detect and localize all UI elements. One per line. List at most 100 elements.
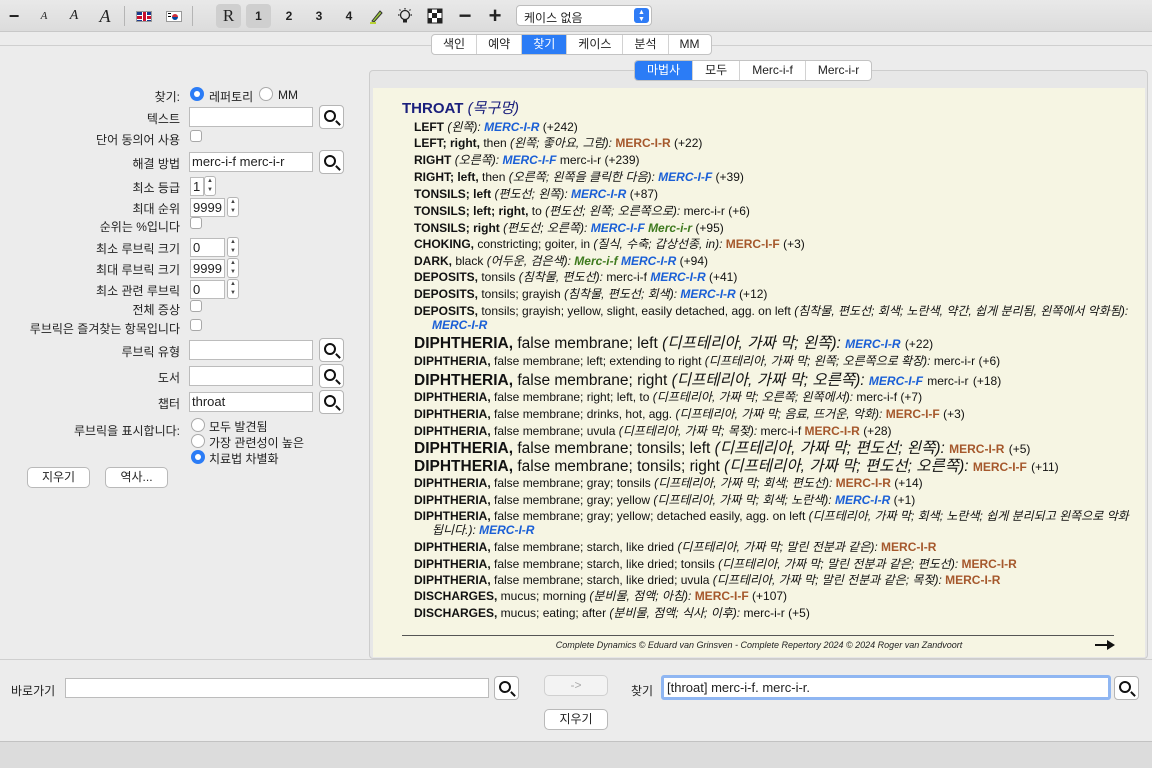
rubric-row[interactable]: DEPOSITS, tonsils (침착물, 편도선): merc-i-f M…: [414, 270, 1129, 284]
level-2-button[interactable]: 2: [278, 4, 300, 28]
rubric-row[interactable]: DIPHTHERIA, false membrane; left (디프테리아,…: [414, 335, 1129, 353]
rubric-row[interactable]: DIPHTHERIA, false membrane; tonsils; lef…: [414, 440, 1129, 458]
remedy-link[interactable]: MERC-I-R: [962, 557, 1017, 571]
tab-index[interactable]: 색인: [432, 35, 476, 54]
remedy-link[interactable]: MERC-I-R: [680, 287, 735, 301]
rubric-type-input[interactable]: [189, 340, 313, 360]
synonyms-checkbox[interactable]: [190, 130, 202, 142]
remedy-link[interactable]: MERC-I-R: [949, 442, 1004, 456]
show-relevant-radio[interactable]: [191, 434, 205, 448]
tab-book[interactable]: 예약: [476, 35, 521, 54]
zoom-out-button[interactable]: −: [454, 3, 476, 28]
korean-flag-button[interactable]: [164, 4, 184, 28]
clear-form-button[interactable]: 지우기: [27, 467, 90, 488]
min-rubric-size-input[interactable]: 0: [190, 238, 225, 257]
font-large-button[interactable]: A: [94, 4, 116, 28]
tab-mm[interactable]: MM: [667, 35, 711, 54]
show-all-radio[interactable]: [191, 418, 205, 432]
tab-wizard[interactable]: 마법사: [635, 61, 693, 80]
tab-analysis[interactable]: 분석: [622, 35, 667, 54]
rubric-row[interactable]: RIGHT (오른쪽): MERC-I-F merc-i-r (+239): [414, 153, 1129, 167]
tab-merc-i-r[interactable]: Merc-i-r: [804, 61, 871, 80]
rubric-type-search-button[interactable]: [319, 338, 344, 362]
english-flag-button[interactable]: [134, 4, 154, 28]
grid-button[interactable]: [424, 4, 446, 28]
rubric-row[interactable]: DIPHTHERIA, false membrane; right; left,…: [414, 390, 1129, 404]
remedy-link[interactable]: merc-i-f: [856, 390, 897, 404]
remedy-link[interactable]: MERC-I-R: [650, 270, 705, 284]
remedy-link[interactable]: MERC-I-F: [886, 407, 940, 421]
case-select[interactable]: 케이스 없음 ▲ ▼: [516, 5, 652, 26]
tab-all[interactable]: 모두: [692, 61, 739, 80]
lightbulb-button[interactable]: [394, 4, 416, 28]
rubric-row[interactable]: DEPOSITS, tonsils; grayish; yellow, slig…: [414, 304, 1129, 332]
favorites-checkbox[interactable]: [190, 319, 202, 331]
all-symptoms-checkbox[interactable]: [190, 300, 202, 312]
book-search-button[interactable]: [319, 364, 344, 388]
rubric-row[interactable]: DIPHTHERIA, false membrane; right (디프테리아…: [414, 372, 1129, 390]
remedy-link[interactable]: merc-i-r: [927, 374, 968, 388]
clear-query-button[interactable]: 지우기: [544, 709, 608, 730]
history-button[interactable]: 역사...: [105, 467, 168, 488]
rubric-row[interactable]: DISCHARGES, mucus; eating; after (분비물, 점…: [414, 606, 1129, 620]
find-query-search-button[interactable]: [1114, 676, 1139, 700]
tab-find[interactable]: 찾기: [521, 35, 567, 54]
level-1-button[interactable]: 1: [246, 4, 271, 28]
remedy-link[interactable]: MERC-I-F: [591, 221, 645, 235]
rubric-row[interactable]: LEFT (왼쪽): MERC-I-R (+242): [414, 120, 1129, 134]
remedy-link[interactable]: MERC-I-F: [502, 153, 556, 167]
rubric-row[interactable]: DIPHTHERIA, false membrane; starch, like…: [414, 557, 1129, 571]
remedy-link[interactable]: MERC-I-R: [945, 573, 1000, 587]
rubric-row[interactable]: RIGHT; left, then (오른쪽; 왼쪽을 클릭한 다음): MER…: [414, 170, 1129, 184]
remedy-link[interactable]: MERC-I-R: [845, 337, 900, 351]
repertory-button[interactable]: R: [216, 4, 241, 28]
min-related-input[interactable]: 0: [190, 280, 225, 299]
rubric-row[interactable]: DARK, black (어두운, 검은색): Merc-i-f MERC-I-…: [414, 254, 1129, 268]
goto-input[interactable]: [65, 678, 489, 698]
remedy-link[interactable]: MERC-I-R: [571, 187, 626, 201]
next-page-arrow-icon[interactable]: [1095, 639, 1117, 651]
remedy-search-button[interactable]: [319, 150, 344, 174]
remedy-link[interactable]: MERC-I-R: [479, 523, 534, 537]
tab-merc-i-f[interactable]: Merc-i-f: [739, 61, 805, 80]
find-repertory-radio[interactable]: [190, 87, 204, 101]
rubric-row[interactable]: DIPHTHERIA, false membrane; uvula (디프테리아…: [414, 424, 1129, 438]
font-medium-button[interactable]: A: [64, 4, 84, 28]
chapter-search-button[interactable]: [319, 390, 344, 414]
rank-percent-checkbox[interactable]: [190, 217, 202, 229]
remedy-link[interactable]: merc-i-f: [761, 424, 802, 438]
min-related-stepper[interactable]: ▲ ▼: [227, 279, 239, 299]
remedy-link[interactable]: merc-i-r: [743, 606, 784, 620]
chapter-input[interactable]: throat: [189, 392, 313, 412]
rubric-row[interactable]: TONSILS; left; right, to (편도선; 왼쪽; 오른쪽으로…: [414, 204, 1129, 218]
max-rank-stepper[interactable]: ▲ ▼: [227, 197, 239, 217]
text-search-button[interactable]: [319, 105, 344, 129]
show-differentiate-radio[interactable]: [191, 450, 205, 464]
highlighter-button[interactable]: [366, 4, 388, 28]
remedy-link[interactable]: MERC-I-F: [973, 460, 1027, 474]
text-input[interactable]: [189, 107, 313, 127]
goto-search-button[interactable]: [494, 676, 519, 700]
level-3-button[interactable]: 3: [308, 4, 330, 28]
remedy-link[interactable]: merc-i-r: [684, 204, 725, 218]
min-grade-input[interactable]: 1: [190, 177, 204, 196]
max-rubric-size-input[interactable]: 9999: [190, 259, 225, 278]
rubric-row[interactable]: DIPHTHERIA, false membrane; starch, like…: [414, 573, 1129, 587]
remedy-link[interactable]: Merc-i-f: [574, 254, 617, 268]
remedy-link[interactable]: Merc-i-r: [648, 221, 692, 235]
remedy-link[interactable]: MERC-I-R: [621, 254, 676, 268]
zoom-in-button[interactable]: +: [484, 3, 506, 28]
level-4-button[interactable]: 4: [338, 4, 360, 28]
rubric-row[interactable]: DIPHTHERIA, false membrane; tonsils; rig…: [414, 458, 1129, 476]
rubric-row[interactable]: DIPHTHERIA, false membrane; gray; yellow…: [414, 509, 1129, 537]
remedy-link[interactable]: MERC-I-R: [805, 424, 860, 438]
rubric-row[interactable]: TONSILS; right (편도선; 오른쪽): MERC-I-F Merc…: [414, 221, 1129, 235]
remedy-link[interactable]: MERC-I-F: [695, 589, 749, 603]
remedy-link[interactable]: merc-i-r: [934, 354, 975, 368]
find-query-input[interactable]: [throat] merc-i-f. merc-i-r.: [661, 675, 1111, 700]
go-arrow-button[interactable]: ->: [544, 675, 608, 696]
font-small-button[interactable]: A: [34, 4, 54, 28]
remedy-link[interactable]: merc-i-f: [606, 270, 647, 284]
rubric-row[interactable]: LEFT; right, then (왼쪽; 좋아요, 그럼): MERC-I-…: [414, 136, 1129, 150]
rubric-row[interactable]: TONSILS; left (편도선; 왼쪽): MERC-I-R (+87): [414, 187, 1129, 201]
